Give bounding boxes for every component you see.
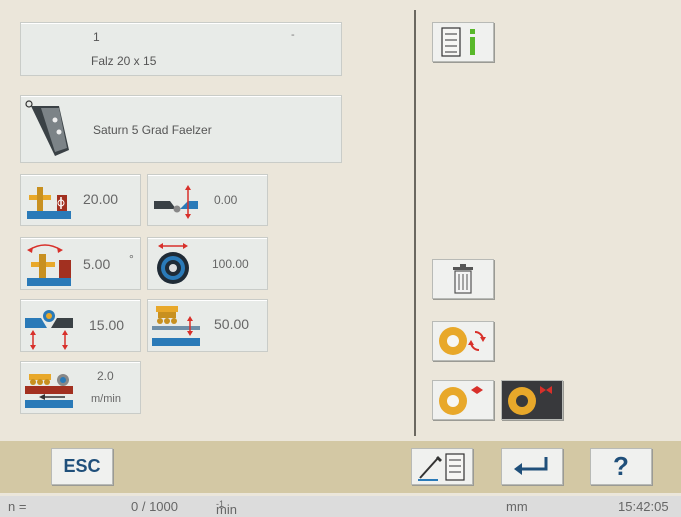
feed-value: 2.0: [97, 369, 114, 383]
param-offset[interactable]: 0.00: [147, 174, 268, 226]
tool-right-button[interactable]: [501, 380, 563, 420]
rpm-label: n =: [8, 499, 27, 514]
param-pressure[interactable]: 50.00: [147, 299, 268, 352]
esc-label: ESC: [63, 456, 101, 476]
feed-icon: [25, 370, 73, 410]
tool-left-icon: [437, 383, 489, 417]
pressure-value: 50.00: [214, 316, 250, 332]
delete-button[interactable]: [432, 259, 494, 299]
tool-right-icon: [506, 383, 558, 417]
tool-panel[interactable]: Saturn 5 Grad Faelzer: [20, 95, 342, 163]
rpm-value: 0 / 1000: [131, 499, 178, 514]
job-dash: -: [291, 29, 295, 41]
spindle-tilt-icon: [25, 242, 73, 286]
job-panel[interactable]: 1 - Falz 20 x 15: [20, 22, 342, 76]
feed-unit: m/min: [91, 393, 121, 405]
enter-button[interactable]: [501, 448, 563, 485]
rpm-unit: min -1: [216, 499, 237, 517]
edit-list-icon: [416, 452, 468, 482]
info-button[interactable]: [432, 22, 494, 62]
depth-value: 15.00: [89, 317, 125, 333]
info-list-icon: [440, 26, 486, 58]
param-tool-diameter[interactable]: 100.00: [147, 237, 268, 290]
angle-value: 5.00: [83, 256, 111, 272]
job-name: Falz 20 x 15: [91, 54, 157, 68]
tool-rotate-icon: [437, 324, 489, 358]
tool-swap-button[interactable]: [432, 321, 494, 361]
cut-depth-icon: [25, 306, 73, 350]
pressure-roller-icon: [152, 304, 200, 348]
help-label: ?: [613, 451, 629, 481]
param-feed[interactable]: 2.0 m/min: [20, 361, 141, 414]
tool-name: Saturn 5 Grad Faelzer: [93, 123, 212, 137]
clock: 15:42:05: [618, 499, 669, 514]
height-value: 20.00: [83, 191, 119, 207]
edit-button[interactable]: [411, 448, 473, 485]
help-button[interactable]: ?: [590, 448, 652, 485]
param-height[interactable]: 20.00: [20, 174, 141, 226]
job-number: 1: [93, 30, 100, 44]
length-unit: mm: [506, 499, 528, 514]
panel-divider: [414, 10, 416, 436]
tool-diameter-icon: [154, 240, 194, 286]
param-depth[interactable]: 15.00: [20, 299, 141, 352]
offset-value: 0.00: [214, 193, 238, 207]
fence-offset-icon: [154, 185, 198, 219]
tool-left-button[interactable]: [432, 380, 494, 420]
spindle-height-icon: [27, 185, 71, 219]
enter-arrow-icon: [512, 455, 552, 479]
param-angle[interactable]: 5.00 °: [20, 237, 141, 290]
trash-icon: [451, 264, 475, 294]
angle-unit: °: [129, 252, 134, 266]
esc-button[interactable]: ESC: [51, 448, 113, 485]
status-bar: n = 0 / 1000 min -1 mm 15:42:05: [0, 496, 681, 517]
tool-icon: [25, 100, 73, 158]
tool-diameter-value: 100.00: [212, 257, 249, 271]
